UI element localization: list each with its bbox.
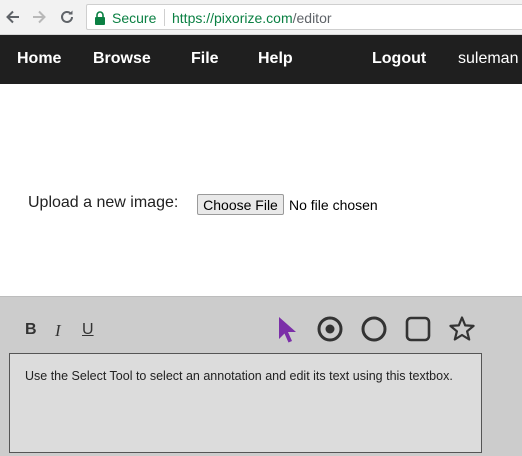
annotation-panel: B I U Use the Select Tool to select an a… bbox=[0, 296, 522, 456]
nav-file[interactable]: File bbox=[191, 50, 219, 68]
underline-button[interactable]: U bbox=[82, 321, 94, 339]
bold-button[interactable]: B bbox=[25, 321, 37, 339]
annotation-textbox[interactable]: Use the Select Tool to select an annotat… bbox=[9, 353, 482, 453]
choose-file-button[interactable]: Choose File bbox=[197, 194, 284, 215]
nav-home[interactable]: Home bbox=[17, 50, 61, 68]
square-tool-button[interactable] bbox=[404, 315, 432, 343]
square-tool-icon bbox=[405, 316, 431, 342]
url-host: https://pixorize.com bbox=[172, 10, 293, 26]
lock-icon bbox=[95, 11, 105, 25]
target-tool-button[interactable] bbox=[316, 315, 344, 343]
target-tool-icon bbox=[317, 316, 343, 342]
username: suleman bbox=[458, 50, 519, 67]
file-status: No file chosen bbox=[289, 197, 378, 213]
italic-button[interactable]: I bbox=[55, 321, 61, 341]
forward-button[interactable] bbox=[28, 6, 50, 28]
address-separator bbox=[164, 9, 165, 26]
circle-tool-icon bbox=[361, 316, 387, 342]
forward-icon bbox=[33, 10, 46, 24]
url-text[interactable]: https://pixorize.com/editor bbox=[172, 10, 332, 26]
select-tool-button[interactable] bbox=[274, 315, 302, 343]
circle-tool-button[interactable] bbox=[360, 315, 388, 343]
reload-icon bbox=[61, 10, 73, 23]
browser-toolbar: Secure https://pixorize.com/editor bbox=[0, 0, 522, 35]
select-tool-icon bbox=[279, 317, 296, 343]
star-tool-button[interactable] bbox=[448, 315, 476, 343]
reload-button[interactable] bbox=[56, 6, 78, 28]
nav-browse[interactable]: Browse bbox=[93, 50, 151, 68]
back-button[interactable] bbox=[2, 6, 24, 28]
upload-label: Upload a new image: bbox=[28, 194, 179, 211]
star-tool-icon bbox=[449, 316, 475, 341]
secure-label: Secure bbox=[112, 10, 157, 26]
back-icon bbox=[6, 10, 19, 24]
url-path: /editor bbox=[292, 10, 332, 26]
site-nav: Home Browse File Help Logout suleman bbox=[0, 35, 522, 84]
address-bar[interactable]: Secure https://pixorize.com/editor bbox=[86, 4, 522, 30]
nav-logout[interactable]: Logout bbox=[372, 50, 426, 68]
nav-help[interactable]: Help bbox=[258, 50, 293, 68]
